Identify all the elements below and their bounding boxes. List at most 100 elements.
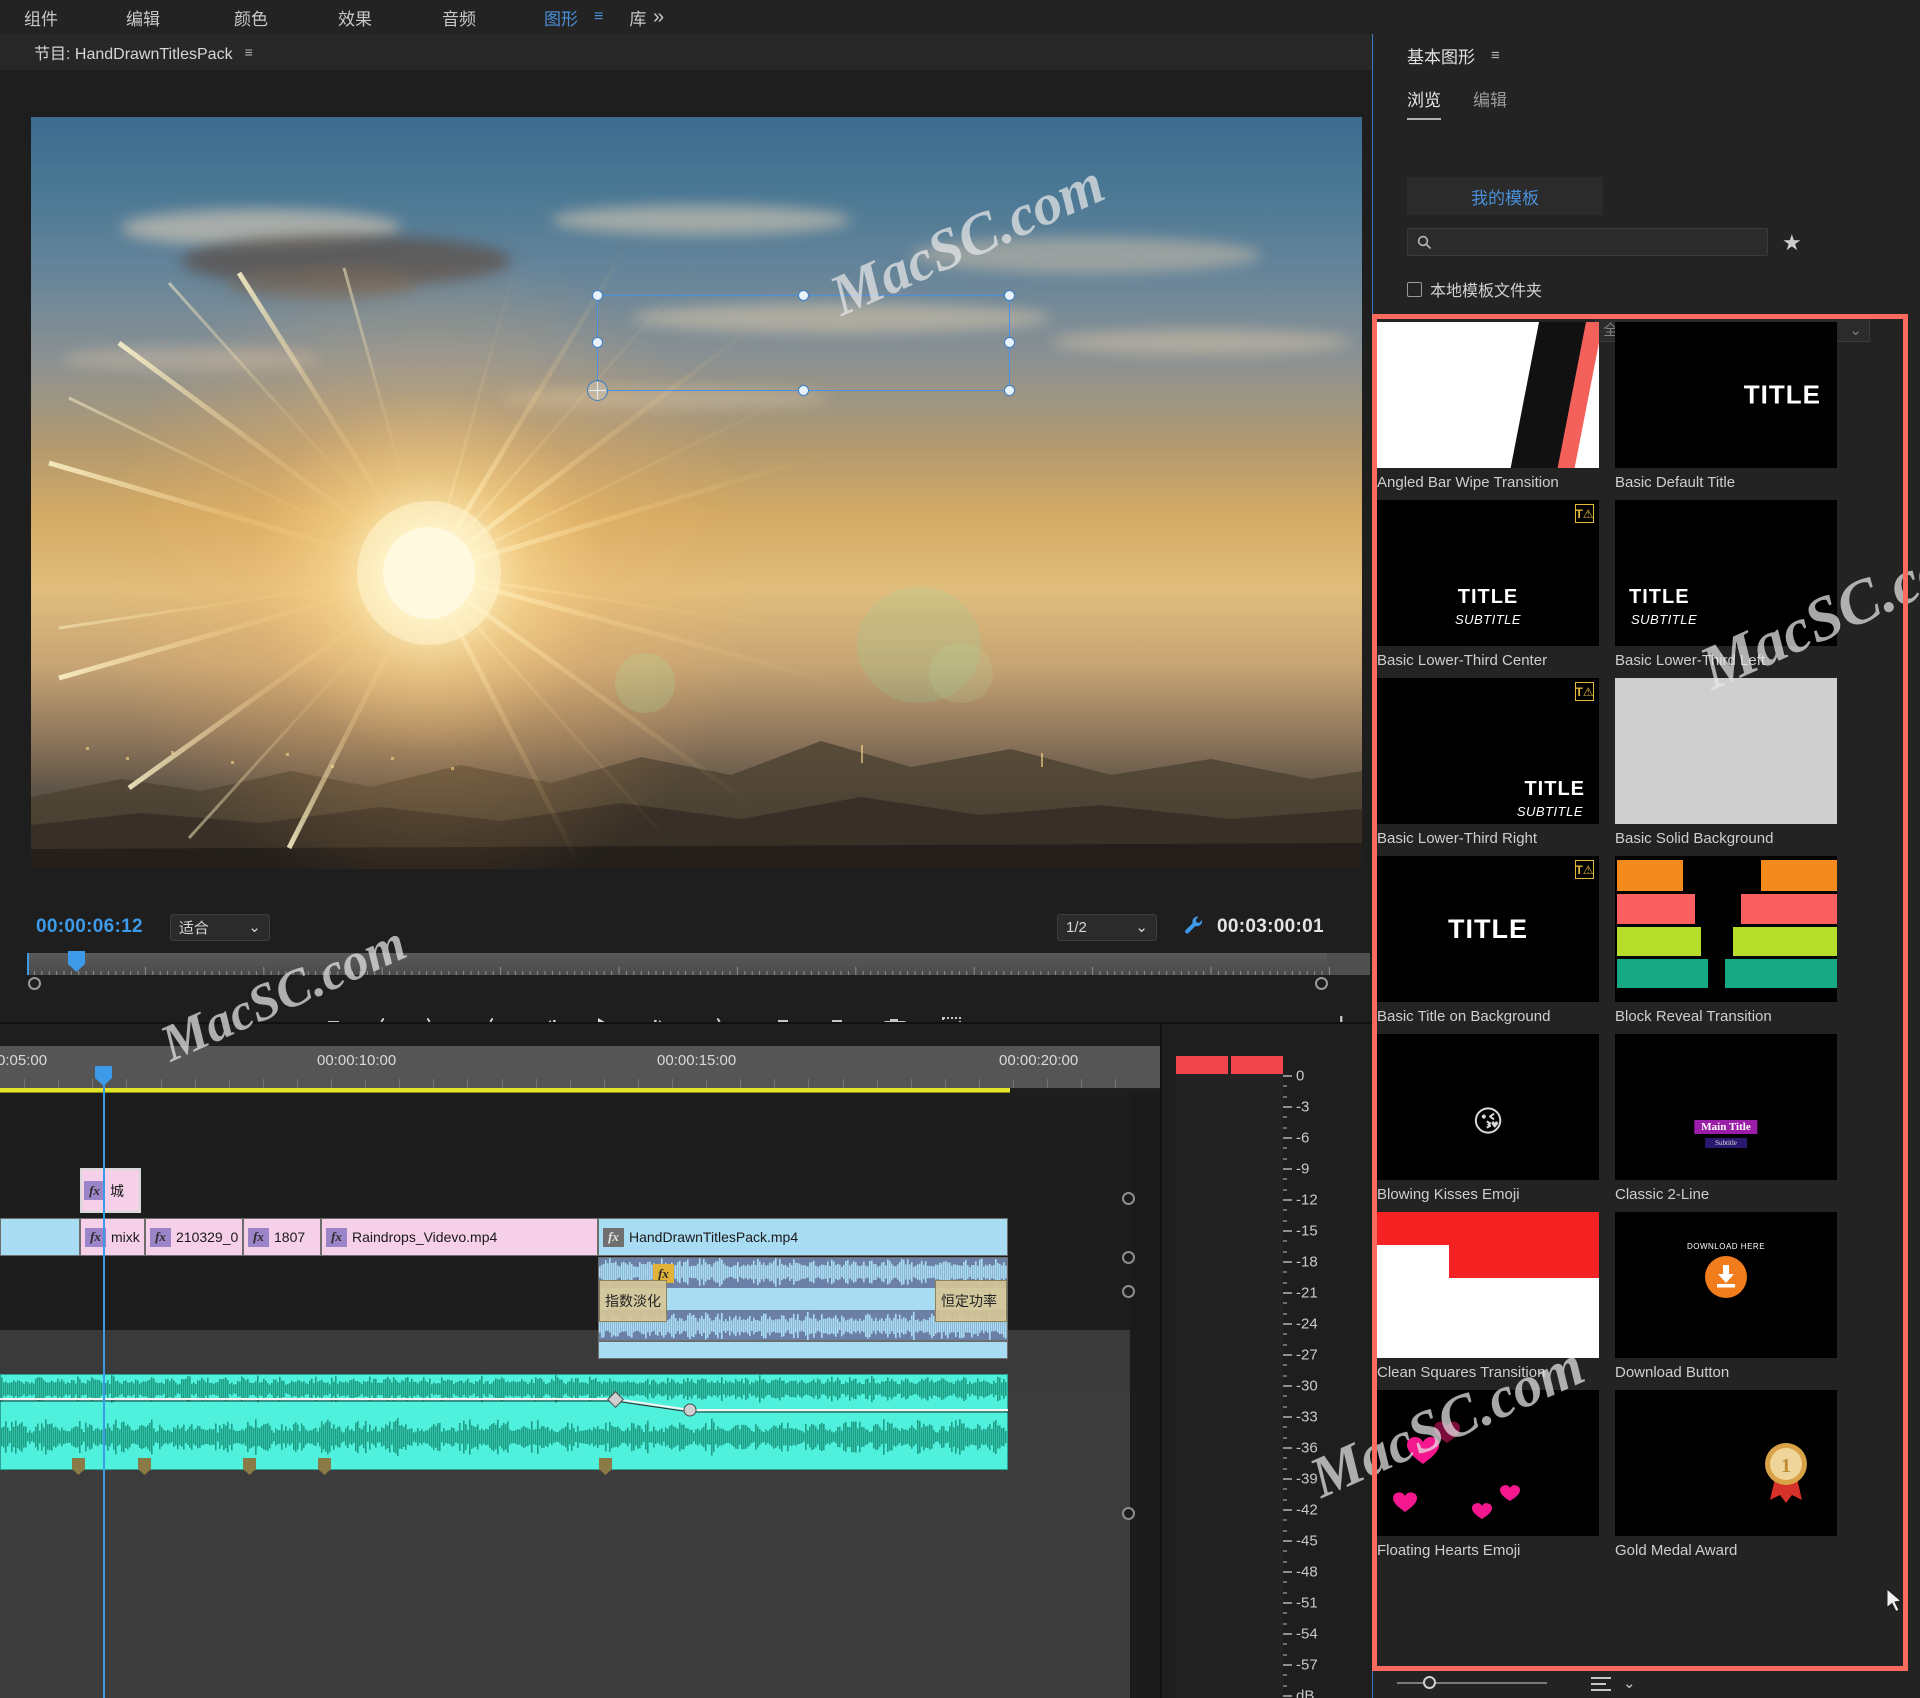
favorites-star-icon[interactable]: ★ <box>1782 230 1802 256</box>
template-item[interactable]: TITLE SUBTITLET⚠ Basic Lower-Third Right <box>1377 678 1599 856</box>
timeline-clip-v1-1[interactable]: fx mixk <box>80 1218 145 1256</box>
audio-markers[interactable] <box>0 1458 1008 1478</box>
template-thumbnail[interactable] <box>1615 856 1837 1002</box>
template-thumbnail[interactable]: TITLE SUBTITLET⚠ <box>1377 500 1599 646</box>
timeline-audio-clip-a1-tail[interactable] <box>598 1341 1008 1359</box>
track-resize-handle-4[interactable] <box>1122 1507 1135 1520</box>
template-thumbnail[interactable] <box>1615 678 1837 824</box>
template-thumbnail[interactable]: TITLE <box>1615 322 1837 468</box>
template-grid[interactable]: Angled Bar Wipe Transition TITLE Basic D… <box>1377 322 1920 1670</box>
handle-bottom-right[interactable] <box>1004 385 1015 396</box>
timeline-ruler[interactable]: 0:05:00 00:00:10:00 00:00:15:00 00:00:20… <box>0 1046 1160 1088</box>
monitor-time-ruler[interactable] <box>27 953 1370 975</box>
track-resize-handle-3[interactable] <box>1122 1285 1135 1298</box>
duration-timecode[interactable]: 00:03:00:01 <box>1217 916 1324 938</box>
audio-meter-box[interactable] <box>1176 1056 1283 1698</box>
template-item[interactable]: Floating Hearts Emoji <box>1377 1390 1599 1568</box>
template-item[interactable]: Main Title Subtitle Classic 2-Line <box>1615 1034 1837 1212</box>
template-item[interactable]: Basic Solid Background <box>1615 678 1837 856</box>
template-thumbnail[interactable] <box>1377 322 1599 468</box>
scrub-knob-right[interactable] <box>1315 977 1328 990</box>
handle-middle-left[interactable] <box>592 337 603 348</box>
menu-item-library[interactable]: 库 <box>623 5 652 30</box>
graphics-menu-burger-icon[interactable]: ≡ <box>594 8 603 26</box>
playback-resolution-dropdown[interactable]: 1/2 ⌄ <box>1057 914 1157 941</box>
timeline-clip-v1-5[interactable]: fx HandDrawnTitlesPack.mp4 <box>598 1218 1008 1256</box>
thumbnail-size-slider[interactable] <box>1397 1682 1547 1684</box>
current-timecode[interactable]: 00:00:06:12 <box>36 916 143 938</box>
template-item[interactable]: TITLE SUBTITLET⚠ Basic Lower-Third Cente… <box>1377 500 1599 678</box>
crossfade-left[interactable]: 指数淡化 <box>599 1280 667 1322</box>
track-resize-handle-1[interactable] <box>1122 1192 1135 1205</box>
menu-item-color[interactable]: 颜色 <box>228 5 274 30</box>
menu-item-graphics[interactable]: 图形 <box>538 5 584 30</box>
program-monitor-video[interactable] <box>31 117 1362 869</box>
crossfade-right[interactable]: 恒定功率 <box>935 1280 1007 1322</box>
handle-middle-right[interactable] <box>1004 337 1015 348</box>
template-thumbnail[interactable]: 1 <box>1615 1390 1837 1536</box>
template-thumbnail[interactable]: DOWNLOAD HERE <box>1615 1212 1837 1358</box>
tab-browse[interactable]: 浏览 <box>1407 86 1441 120</box>
template-item[interactable]: 😘 Blowing Kisses Emoji <box>1377 1034 1599 1212</box>
track-resize-handle-2[interactable] <box>1122 1251 1135 1264</box>
fit-zoom-dropdown[interactable]: 适合 ⌄ <box>170 914 270 941</box>
menu-item-audio[interactable]: 音频 <box>436 5 482 30</box>
template-thumbnail[interactable]: TITLE SUBTITLE <box>1615 500 1837 646</box>
timeline-audio-clip-master[interactable] <box>0 1374 1008 1470</box>
checkbox-icon[interactable] <box>1407 282 1422 297</box>
clip-label: HandDrawnTitlesPack.mp4 <box>629 1229 798 1245</box>
clip-label: Raindrops_Videvo.mp4 <box>352 1229 497 1245</box>
template-item[interactable]: Block Reveal Transition <box>1615 856 1837 1034</box>
monitor-ruler-start-marker <box>27 953 29 975</box>
playback-resolution-value: 1/2 <box>1066 919 1087 936</box>
template-item[interactable]: DOWNLOAD HERE Download Button <box>1615 1212 1837 1390</box>
handle-bottom-center[interactable] <box>798 385 809 396</box>
menu-item-effects[interactable]: 效果 <box>332 5 378 30</box>
timeline-clip-v1-2[interactable]: fx 210329_0 <box>145 1218 243 1256</box>
template-item[interactable]: 1 Gold Medal Award <box>1615 1390 1837 1568</box>
tab-edit[interactable]: 编辑 <box>1473 86 1507 120</box>
timeline-clip-v1-4[interactable]: fx Raindrops_Videvo.mp4 <box>321 1218 598 1256</box>
list-view-icon[interactable] <box>1589 1674 1613 1694</box>
template-thumbnail[interactable]: 😘 <box>1377 1034 1599 1180</box>
timeline-clip-v1-3[interactable]: fx 1807 <box>243 1218 321 1256</box>
timeline-panel: 0:05:00 00:00:10:00 00:00:15:00 00:00:20… <box>0 1022 1160 1698</box>
kiss-emoji-icon: 😘 <box>1472 1104 1503 1139</box>
menubar-overflow-button[interactable]: » <box>653 0 664 34</box>
chevron-down-icon[interactable]: ⌄ <box>1623 1674 1636 1692</box>
template-thumbnail[interactable] <box>1377 1390 1599 1536</box>
handle-top-left[interactable] <box>592 290 603 301</box>
template-thumbnail[interactable] <box>1377 1212 1599 1358</box>
timeline-clip-v2[interactable]: fx 城 <box>80 1168 141 1213</box>
anchor-point-icon[interactable] <box>587 380 608 401</box>
monitor-scrub-row[interactable] <box>27 975 1370 993</box>
panel-menu-icon[interactable]: ≡ <box>1491 47 1500 64</box>
handle-top-right[interactable] <box>1004 290 1015 301</box>
program-monitor-menu-icon[interactable]: ≡ <box>245 44 253 60</box>
wrench-icon[interactable] <box>1183 914 1205 936</box>
graphic-selection-box[interactable] <box>597 295 1010 391</box>
meter-scale-label: -33 <box>1296 1409 1318 1426</box>
template-thumbnail[interactable]: Main Title Subtitle <box>1615 1034 1837 1180</box>
thumbnail-size-knob[interactable] <box>1423 1676 1436 1689</box>
template-item[interactable]: TITLE Basic Default Title <box>1615 322 1837 500</box>
template-title: TITLE <box>1524 778 1585 801</box>
template-item[interactable]: Clean Squares Transition <box>1377 1212 1599 1390</box>
template-search-box[interactable] <box>1407 228 1768 256</box>
scrub-knob-left[interactable] <box>28 977 41 990</box>
timeline-clip-v1-0[interactable] <box>0 1218 80 1256</box>
handle-top-center[interactable] <box>798 290 809 301</box>
menu-item-edit[interactable]: 编辑 <box>120 5 166 30</box>
program-monitor-tab[interactable]: 节目: HandDrawnTitlesPack ≡ <box>34 40 253 64</box>
my-templates-button[interactable]: 我的模板 <box>1407 177 1603 215</box>
template-thumbnail[interactable]: TITLET⚠ <box>1377 856 1599 1002</box>
template-thumbnail[interactable]: TITLE SUBTITLET⚠ <box>1377 678 1599 824</box>
timeline-playhead[interactable] <box>103 1068 105 1698</box>
template-item[interactable]: Angled Bar Wipe Transition <box>1377 322 1599 500</box>
timeline-tracks[interactable]: fx 城 fx mixk fx 210329_0 fx 1807 fx Rain… <box>0 1093 1160 1698</box>
menu-item-components[interactable]: 组件 <box>18 5 64 30</box>
timeline-audio-clip-a1[interactable]: fx 指数淡化 恒定功率 <box>598 1257 1008 1341</box>
template-item[interactable]: TITLE SUBTITLE Basic Lower-Third Left <box>1615 500 1837 678</box>
template-item[interactable]: TITLET⚠ Basic Title on Background <box>1377 856 1599 1034</box>
local-templates-checkbox-row[interactable]: 本地模板文件夹 <box>1407 277 1542 301</box>
